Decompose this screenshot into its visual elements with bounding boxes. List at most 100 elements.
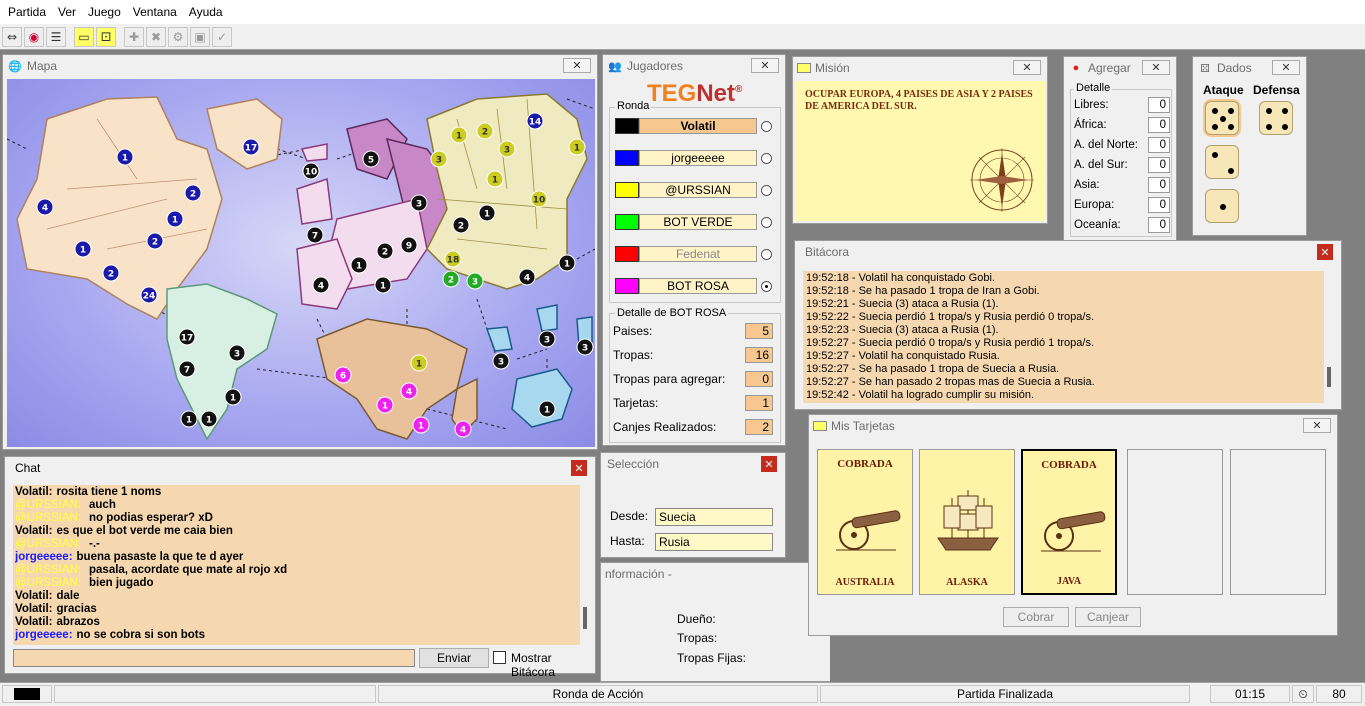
player-radio[interactable] — [761, 184, 772, 196]
menu-juego[interactable]: Juego — [82, 5, 127, 19]
chat-sender: @URSSIAN: — [15, 538, 81, 550]
army-count: 14 — [529, 118, 542, 128]
send-button[interactable]: Enviar — [419, 648, 489, 668]
phase-status: Ronda de Acción — [378, 685, 818, 703]
close-icon[interactable]: ✕ — [751, 58, 779, 73]
player-radio[interactable] — [761, 120, 772, 132]
add-row: Europa: 0 — [1074, 195, 1170, 215]
player-row[interactable]: BOT VERDE — [615, 213, 775, 231]
collect-button[interactable]: Cobrar — [1003, 607, 1069, 627]
close-icon[interactable]: ✕ — [761, 456, 777, 472]
show-log-checkbox[interactable] — [493, 651, 506, 664]
chat-sender: Volatil: — [15, 590, 53, 602]
detail-label: Canjes Realizados: — [613, 420, 717, 434]
chat-sender: jorgeeeee: — [15, 629, 73, 641]
connect-icon[interactable]: ⇔ — [2, 26, 22, 47]
territory-iceland[interactable] — [296, 177, 333, 225]
army-count: 3 — [436, 156, 442, 166]
chat-text: buena pasaste la que te d ayer — [76, 551, 244, 563]
menu-ver[interactable]: Ver — [52, 5, 82, 19]
army-count: 1 — [172, 216, 178, 226]
players-window: 👥 Jugadores ✕ TEGNet® Ronda Volatil jorge… — [602, 54, 786, 446]
country-card[interactable]: COBRADA JAVA — [1021, 449, 1117, 595]
card-icon[interactable]: ▭ — [74, 26, 94, 47]
chat-message: @URSSIAN: -.- — [15, 538, 583, 551]
player-radio[interactable] — [761, 152, 772, 164]
player-name: BOT VERDE — [639, 214, 757, 230]
detail-label: Tropas para agregar: — [613, 372, 726, 386]
player-radio[interactable] — [761, 248, 772, 260]
copy-icon[interactable]: ▣ — [190, 26, 210, 47]
add-row-label: A. del Sur: — [1074, 159, 1128, 171]
territory-australia[interactable] — [511, 368, 573, 428]
chat-text: rosita tiene 1 noms — [56, 486, 162, 498]
chat-input[interactable] — [13, 649, 415, 667]
player-row[interactable]: BOT ROSA — [615, 277, 775, 295]
list-icon[interactable]: ☰ — [46, 26, 66, 47]
close-icon[interactable]: ✕ — [571, 460, 587, 476]
world-map-svg[interactable]: 11742121224105372914 121413331317711 11 233… — [7, 79, 595, 447]
cancel-icon[interactable]: ✖ — [146, 26, 166, 47]
check-icon[interactable]: ✓ — [212, 26, 232, 47]
army-count: 1 — [382, 402, 388, 412]
log-text[interactable]: 19:52:18 - Volatil ha conquistado Gobi. 1… — [803, 271, 1323, 403]
mission-card: OCUPAR EUROPA, 4 PAISES DE ASIA Y 2 PAIS… — [795, 81, 1045, 221]
territory-greatbritain[interactable] — [300, 143, 328, 162]
menu-partida[interactable]: Partida — [2, 5, 52, 19]
add-row-value: 0 — [1148, 137, 1170, 153]
chat-scrollbar[interactable] — [579, 485, 591, 645]
log-line: 19:52:23 - Suecia (3) ataca a Rusia (1). — [806, 324, 999, 336]
world-map[interactable]: 1 17 4 2 1 2 1 2 24 10 5 3 7 2 9 1 4 1 2 1 4 1 3 3 3 1 3 17 7 1 1 1 1 2 3 3… — [7, 79, 595, 447]
close-icon[interactable]: ✕ — [1272, 60, 1300, 75]
close-icon[interactable]: ✕ — [1317, 244, 1333, 260]
detail-label: Tarjetas: — [613, 396, 659, 410]
chat-log[interactable]: Volatil: rosita tiene 1 noms @URSSIAN: auch… — [13, 485, 585, 645]
from-field[interactable]: Suecia — [655, 508, 773, 526]
close-icon[interactable]: ✕ — [1013, 60, 1041, 75]
army-count: 24 — [143, 292, 156, 302]
selection-title: Selección — [607, 457, 660, 471]
close-icon[interactable]: ✕ — [563, 58, 591, 73]
country-card[interactable]: COBRADA AUSTRALIA — [817, 449, 913, 595]
exchange-button[interactable]: Canjear — [1075, 607, 1141, 627]
globe-icon[interactable]: ◉ — [24, 26, 44, 47]
close-icon[interactable]: ✕ — [1142, 60, 1170, 75]
territory-sumatra[interactable] — [536, 304, 558, 332]
close-icon[interactable]: ✕ — [1303, 418, 1331, 433]
player-name: Fedenat — [639, 246, 757, 262]
chat-sender: @URSSIAN: — [15, 564, 81, 576]
army-count: 7 — [184, 366, 190, 376]
dice-title-bar: ⚄ Dados ✕ — [1193, 57, 1306, 79]
chat-sender: Volatil: — [15, 603, 53, 615]
army-count: 1 — [492, 176, 498, 186]
add-troops-icon[interactable]: ✚ — [124, 26, 144, 47]
add-row-label: Europa: — [1074, 199, 1115, 211]
player-row[interactable]: jorgeeeee — [615, 149, 775, 167]
from-label: Desde: — [610, 509, 649, 523]
dice-icon[interactable]: ⚀ — [96, 26, 116, 47]
territory-greenland[interactable] — [206, 98, 283, 170]
compass-rose-icon — [970, 148, 1034, 212]
menu-ayuda[interactable]: Ayuda — [183, 5, 229, 19]
player-row[interactable]: Volatil — [615, 117, 775, 135]
log-line: 19:52:27 - Volatil ha conquistado Rusia. — [806, 350, 1000, 362]
player-color-swatch — [615, 278, 639, 294]
chat-message: Volatil: es que el bot verde me caia bien — [15, 525, 583, 538]
territory-borneo[interactable] — [485, 326, 513, 352]
map-title: Mapa — [27, 59, 58, 73]
players-title-bar: 👥 Jugadores ✕ — [603, 55, 785, 77]
player-radio[interactable] — [761, 280, 772, 292]
gear-icon[interactable]: ⚙ — [168, 26, 188, 47]
army-count: 4 — [318, 282, 324, 292]
player-radio[interactable] — [761, 216, 772, 228]
country-card[interactable]: ALASKA — [919, 449, 1015, 595]
log-scrollbar[interactable] — [1323, 271, 1335, 403]
detail-row: Paises: 5 — [613, 321, 773, 341]
card-status: COBRADA — [1041, 459, 1097, 471]
player-color-swatch — [615, 182, 639, 198]
menu-ventana[interactable]: Ventana — [127, 5, 183, 19]
map-window: 🌐 Mapa ✕ 1 17 4 2 1 2 1 2 24 10 5 3 7 2 … — [2, 54, 598, 450]
player-row[interactable]: @URSSIAN — [615, 181, 775, 199]
player-row[interactable]: Fedenat — [615, 245, 775, 263]
to-field[interactable]: Rusia — [655, 533, 773, 551]
